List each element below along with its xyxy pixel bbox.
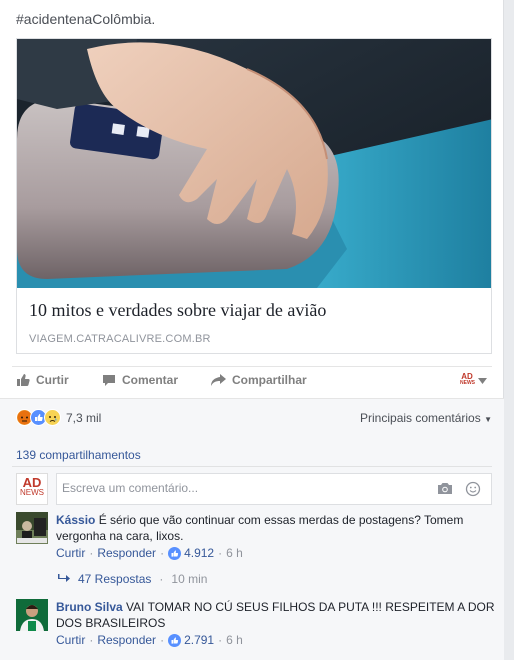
share-arrow-icon — [211, 373, 226, 387]
replies-count: 47 Respostas — [78, 572, 152, 586]
link-preview-image[interactable] — [17, 39, 491, 288]
current-user-avatar[interactable]: AD NEWS — [16, 473, 48, 505]
reply-arrow-icon — [58, 572, 70, 586]
reaction-count[interactable]: 7,3 mil — [66, 411, 101, 425]
comment-body: Bruno Silva VAI TOMAR NO CÚ SEUS FILHOS … — [56, 599, 496, 631]
reaction-summary[interactable]: 7,3 mil — [16, 409, 101, 426]
comment-sort-dropdown[interactable]: Principais comentários ▼ — [360, 411, 492, 425]
emoji-icon[interactable] — [465, 481, 481, 500]
share-count[interactable]: 139 compartilhamentos — [16, 448, 141, 462]
comment-reply-link[interactable]: Responder — [97, 546, 156, 560]
comment-meta: Curtir · Responder · 2.791 · 6 h — [56, 633, 243, 647]
comment-body: Kássio É sério que vão continuar com ess… — [56, 512, 496, 544]
commenter-avatar[interactable] — [16, 512, 48, 544]
feed-post: #acidentenaColômbia. 10 mitos e verdades… — [0, 0, 504, 660]
sad-reaction-icon — [44, 409, 61, 426]
comment-sort-label: Principais comentários — [360, 411, 481, 425]
page-avatar: AD NEWS — [460, 372, 475, 386]
speech-bubble-icon — [102, 374, 116, 387]
comment-button[interactable]: Comentar — [102, 373, 178, 387]
comment-reply-link[interactable]: Responder — [97, 633, 156, 647]
comment-author[interactable]: Kássio — [56, 513, 95, 527]
view-replies-link[interactable]: 47 Respostas · 10 min — [58, 572, 207, 586]
camera-icon[interactable] — [437, 482, 453, 498]
share-button[interactable]: Compartilhar — [211, 373, 307, 387]
comment-like-count[interactable]: 2.791 — [184, 633, 214, 647]
comment-meta: Curtir · Responder · 4.912 · 6 h — [56, 546, 243, 560]
caret-down-icon — [478, 378, 487, 384]
caret-down-icon: ▼ — [484, 415, 492, 424]
link-preview-title[interactable]: 10 mitos e verdades sobre viajar de aviã… — [29, 300, 326, 321]
comment-timestamp[interactable]: 6 h — [226, 546, 243, 560]
like-button[interactable]: Curtir — [16, 373, 69, 387]
post-action-bar: Curtir Comentar Compartilhar AD NEWS — [12, 366, 492, 398]
comment-button-label: Comentar — [122, 373, 179, 387]
replies-timestamp: 10 min — [171, 572, 208, 586]
divider — [12, 466, 492, 467]
comment-like-count[interactable]: 4.912 — [184, 546, 214, 560]
post-hashtag[interactable]: #acidentenaColômbia. — [16, 11, 155, 27]
comment-author[interactable]: Bruno Silva — [56, 600, 123, 614]
comment-timestamp[interactable]: 6 h — [226, 633, 243, 647]
share-button-label: Compartilhar — [232, 373, 307, 387]
thumbs-up-icon — [168, 546, 182, 560]
thumbs-up-icon — [168, 633, 182, 647]
comment-input[interactable] — [62, 474, 422, 502]
feedback-section: 7,3 mil Principais comentários ▼ 139 com… — [0, 398, 504, 660]
comment-composer[interactable] — [56, 473, 492, 505]
comment-text: É sério que vão continuar com essas merd… — [56, 513, 464, 543]
link-preview-domain: VIAGEM.CATRACALIVRE.COM.BR — [29, 333, 211, 345]
post-as-selector[interactable]: AD NEWS — [460, 373, 487, 389]
like-button-label: Curtir — [36, 373, 69, 387]
comment-like-link[interactable]: Curtir — [56, 546, 85, 560]
comment-like-link[interactable]: Curtir — [56, 633, 85, 647]
link-preview[interactable]: 10 mitos e verdades sobre viajar de aviã… — [16, 38, 492, 354]
commenter-avatar[interactable] — [16, 599, 48, 631]
thumbs-up-icon — [16, 373, 30, 387]
